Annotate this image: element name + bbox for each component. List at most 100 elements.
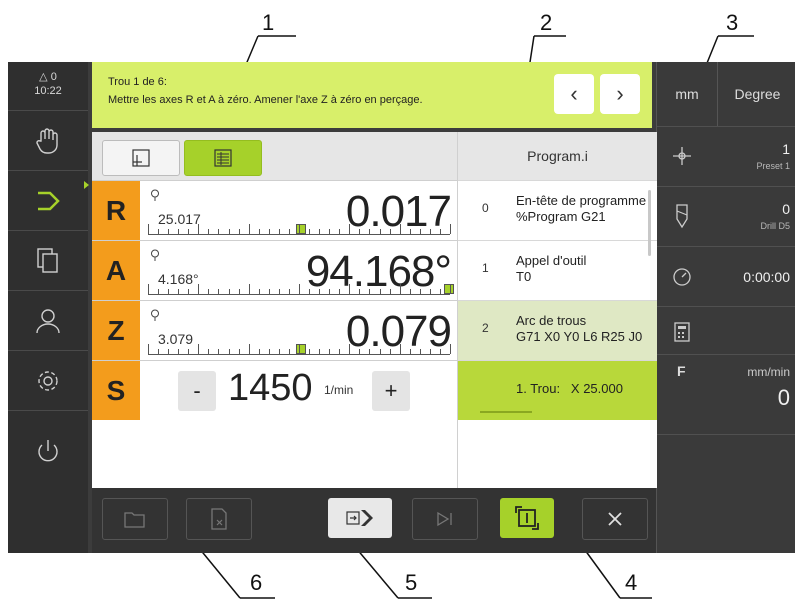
scale-tick [329, 229, 330, 234]
program-spacer [458, 420, 657, 488]
current-program-step[interactable]: 1. Trou: X 25.000 [458, 360, 657, 421]
scale-tick [299, 284, 300, 294]
spindle-label: S [92, 361, 140, 421]
unit-length[interactable]: mm [657, 62, 717, 126]
scale-marker [296, 224, 306, 234]
scale-tick [309, 349, 310, 354]
menu-mdi-mode[interactable] [8, 170, 89, 231]
axis-row-r[interactable]: R 25.017 0.017 [92, 180, 457, 241]
program-title: Program.i [458, 132, 657, 180]
chevron-right-icon: › [616, 81, 624, 106]
scale-tick [229, 349, 230, 354]
scale-tick [279, 229, 280, 234]
next-block-button[interactable] [412, 498, 478, 540]
program-scrollbar[interactable] [648, 190, 651, 256]
scale-tick [329, 349, 330, 354]
spindle-row: S - 1450 1/min + [92, 360, 457, 421]
menu-power[interactable] [8, 410, 88, 491]
travel-scale-z [148, 344, 451, 355]
scale-tick [319, 349, 320, 354]
program-block-1[interactable]: 1 Appel d'outil T0 [458, 240, 657, 301]
calculator-icon [674, 322, 690, 342]
scale-tick [420, 349, 421, 354]
position-view-button[interactable] [102, 140, 180, 176]
scale-tick [380, 289, 381, 294]
cancel-button[interactable] [582, 498, 648, 540]
axis-row-a[interactable]: A 4.168° 94.168° [92, 240, 457, 301]
scale-tick [249, 284, 250, 294]
scale-tick [208, 229, 209, 234]
axis-row-z[interactable]: Z 3.079 0.079 [92, 300, 457, 361]
program-view-icon [214, 149, 232, 167]
previous-step-button[interactable]: ‹ [554, 74, 594, 114]
scale-marker [296, 344, 306, 354]
scale-tick [148, 284, 149, 294]
next-step-button[interactable]: › [600, 74, 640, 114]
timer-row[interactable]: 0:00:00 [657, 246, 795, 307]
calculator-row[interactable] [657, 306, 795, 355]
scale-tick [178, 349, 179, 354]
callout-4: 4 [625, 570, 638, 595]
start-program-button[interactable] [328, 498, 392, 538]
feed-value: 0 [777, 385, 790, 410]
scale-tick [269, 289, 270, 294]
spindle-increase-button[interactable]: + [372, 371, 410, 411]
hand-icon [36, 128, 58, 154]
scale-tick [309, 289, 310, 294]
scale-tick [218, 349, 219, 354]
stopwatch-icon [673, 268, 691, 286]
scale-tick [158, 349, 159, 354]
mdi-icon [38, 191, 60, 211]
current-step-text: 1. Trou: X 25.000 [516, 381, 623, 396]
scale-tick [390, 289, 391, 294]
open-program-button[interactable] [102, 498, 168, 540]
scale-tick [249, 224, 250, 234]
scale-tick [349, 344, 350, 354]
axis-label-a: A [92, 241, 140, 301]
callout-5: 5 [405, 570, 418, 595]
axis-label-r: R [92, 181, 140, 241]
block-title: Arc de trous [516, 313, 587, 328]
tool-label: Drill D5 [760, 221, 790, 231]
scale-tick [440, 289, 441, 294]
preset-value: 1 [782, 141, 790, 157]
program-block-2[interactable]: 2 Arc de trous G71 X0 Y0 L6 R25 J0 [458, 300, 657, 361]
menu-manual-operation[interactable] [8, 110, 88, 171]
position-display: R 25.017 0.017 A 4.168° 94.168° Z 3.079 … [92, 132, 457, 488]
cycle-icon [515, 506, 539, 530]
scale-tick [158, 229, 159, 234]
preset-row[interactable]: 1 Preset 1 [657, 126, 795, 187]
scale-tick [380, 349, 381, 354]
scale-tick [319, 289, 320, 294]
menu-user-login[interactable] [8, 290, 88, 351]
program-view-button[interactable] [184, 140, 262, 176]
scale-tick [440, 229, 441, 234]
unit-angle[interactable]: Degree [717, 62, 795, 126]
scale-tick [208, 349, 209, 354]
scale-tick [218, 229, 219, 234]
scale-tick [158, 289, 159, 294]
scale-tick [259, 349, 260, 354]
menu-file-management[interactable] [8, 230, 88, 291]
tool-row[interactable]: 0 Drill D5 [657, 186, 795, 247]
file-close-icon [211, 508, 227, 530]
auto-cycle-button[interactable] [500, 498, 554, 538]
feed-row[interactable]: F mm/min 0 [657, 354, 795, 435]
scale-tick [369, 289, 370, 294]
close-program-button[interactable] [186, 498, 252, 540]
scale-tick [390, 349, 391, 354]
scale-tick [299, 344, 300, 354]
scale-tick [390, 229, 391, 234]
scale-tick [198, 224, 199, 234]
menu-settings[interactable] [8, 350, 88, 411]
message-instruction: Mettre les axes R et A à zéro. Amener l'… [108, 94, 423, 106]
callout-3: 3 [726, 10, 739, 35]
scale-tick [198, 344, 199, 354]
scale-tick [148, 344, 149, 354]
message-bar: Trou 1 de 6: Mettre les axes R et A à zé… [92, 62, 652, 128]
chevron-left-icon: ‹ [570, 81, 578, 106]
spindle-decrease-button[interactable]: - [178, 371, 216, 411]
program-block-0[interactable]: 0 En-tête de programme %Program G21 [458, 180, 657, 241]
spindle-speed-value[interactable]: 1450 [228, 367, 313, 410]
scale-tick [329, 289, 330, 294]
